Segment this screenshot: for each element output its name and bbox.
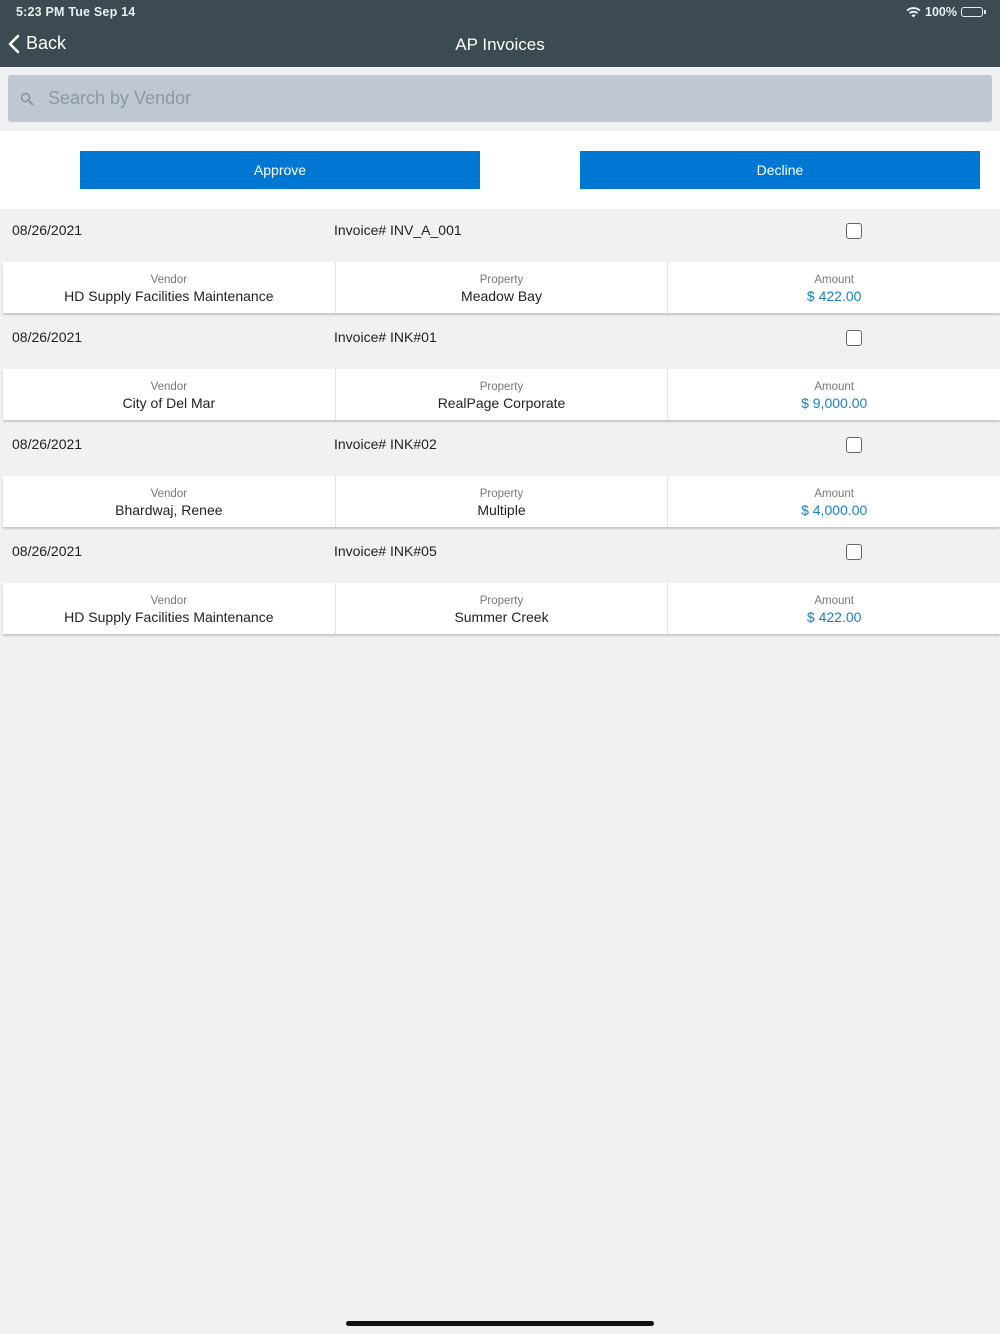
invoice-checkbox[interactable] — [846, 437, 862, 453]
invoice-date: 08/26/2021 — [12, 543, 83, 559]
property-label: Property — [479, 595, 524, 607]
decline-button[interactable]: Decline — [580, 151, 980, 189]
amount-cell: Amount $ 422.00 — [668, 583, 1000, 634]
amount-value: $ 422.00 — [806, 609, 862, 625]
vendor-cell: Vendor HD Supply Facilities Maintenance — [3, 262, 336, 313]
amount-value: $ 422.00 — [806, 288, 862, 304]
vendor-label: Vendor — [150, 274, 188, 286]
amount-cell: Amount $ 422.00 — [668, 262, 1000, 313]
battery-icon — [961, 7, 983, 17]
invoice-header: 08/26/2021 Invoice# INK#01 — [0, 316, 1000, 369]
amount-label: Amount — [814, 381, 854, 393]
invoice-checkbox[interactable] — [846, 544, 862, 560]
property-cell: Property RealPage Corporate — [336, 369, 669, 420]
property-value: Summer Creek — [454, 609, 549, 625]
invoice-card: 08/26/2021 Invoice# INK#02 Vendor Bhardw… — [0, 423, 1000, 530]
invoice-date: 08/26/2021 — [12, 329, 83, 345]
property-value: RealPage Corporate — [437, 395, 566, 411]
property-value: Multiple — [477, 502, 526, 518]
invoice-card: 08/26/2021 Invoice# INK#05 Vendor HD Sup… — [0, 530, 1000, 637]
invoice-date: 08/26/2021 — [12, 222, 83, 238]
vendor-value: Bhardwaj, Renee — [115, 502, 223, 518]
property-value: Meadow Bay — [461, 288, 542, 304]
page-title: AP Invoices — [455, 35, 545, 54]
invoice-number: Invoice# INK#02 — [334, 436, 437, 452]
invoice-card: 08/26/2021 Invoice# INK#01 Vendor City o… — [0, 316, 1000, 423]
vendor-label: Vendor — [150, 595, 188, 607]
invoice-number: Invoice# INK#05 — [334, 543, 437, 559]
vendor-label: Vendor — [150, 381, 188, 393]
amount-label: Amount — [814, 488, 854, 500]
battery-percent: 100% — [925, 5, 957, 19]
invoice-card: 08/26/2021 Invoice# INV_A_001 Vendor HD … — [0, 209, 1000, 316]
home-indicator[interactable] — [346, 1321, 654, 1326]
invoice-header: 08/26/2021 Invoice# INK#02 — [0, 423, 1000, 476]
vendor-label: Vendor — [150, 488, 188, 500]
property-label: Property — [479, 381, 524, 393]
invoice-checkbox[interactable] — [846, 223, 862, 239]
invoice-list: 08/26/2021 Invoice# INV_A_001 Vendor HD … — [0, 209, 1000, 637]
vendor-value: City of Del Mar — [122, 395, 216, 411]
search-box[interactable] — [8, 75, 992, 122]
invoice-header: 08/26/2021 Invoice# INK#05 — [0, 530, 1000, 583]
search-input[interactable] — [46, 87, 950, 110]
property-cell: Property Multiple — [336, 476, 669, 527]
approve-button[interactable]: Approve — [80, 151, 480, 189]
invoice-details[interactable]: Vendor HD Supply Facilities Maintenance … — [3, 262, 1000, 313]
vendor-value: HD Supply Facilities Maintenance — [64, 288, 274, 304]
status-time: 5:23 PM Tue Sep 14 — [16, 5, 136, 19]
amount-cell: Amount $ 9,000.00 — [668, 369, 1000, 420]
property-cell: Property Meadow Bay — [336, 262, 669, 313]
action-bar: Approve Decline — [0, 131, 1000, 209]
nav-bar: 5:23 PM Tue Sep 14 100% Back AP Invoices — [0, 0, 1000, 67]
amount-value: $ 4,000.00 — [801, 502, 868, 518]
property-label: Property — [479, 488, 524, 500]
amount-value: $ 9,000.00 — [801, 395, 868, 411]
amount-label: Amount — [814, 274, 854, 286]
invoice-number: Invoice# INK#01 — [334, 329, 437, 345]
property-label: Property — [479, 274, 524, 286]
wifi-icon — [906, 6, 921, 17]
amount-cell: Amount $ 4,000.00 — [668, 476, 1000, 527]
invoice-header: 08/26/2021 Invoice# INV_A_001 — [0, 209, 1000, 262]
property-cell: Property Summer Creek — [336, 583, 669, 634]
search-icon — [20, 92, 34, 105]
invoice-details[interactable]: Vendor HD Supply Facilities Maintenance … — [3, 583, 1000, 634]
vendor-value: HD Supply Facilities Maintenance — [64, 609, 274, 625]
invoice-number: Invoice# INV_A_001 — [334, 222, 462, 238]
amount-label: Amount — [814, 595, 854, 607]
vendor-cell: Vendor HD Supply Facilities Maintenance — [3, 583, 336, 634]
vendor-cell: Vendor Bhardwaj, Renee — [3, 476, 336, 527]
invoice-details[interactable]: Vendor City of Del Mar Property RealPage… — [3, 369, 1000, 420]
vendor-cell: Vendor City of Del Mar — [3, 369, 336, 420]
status-indicators: 100% — [906, 5, 986, 19]
search-bar — [0, 67, 1000, 131]
invoice-date: 08/26/2021 — [12, 436, 83, 452]
invoice-details[interactable]: Vendor Bhardwaj, Renee Property Multiple… — [3, 476, 1000, 527]
invoice-checkbox[interactable] — [846, 330, 862, 346]
